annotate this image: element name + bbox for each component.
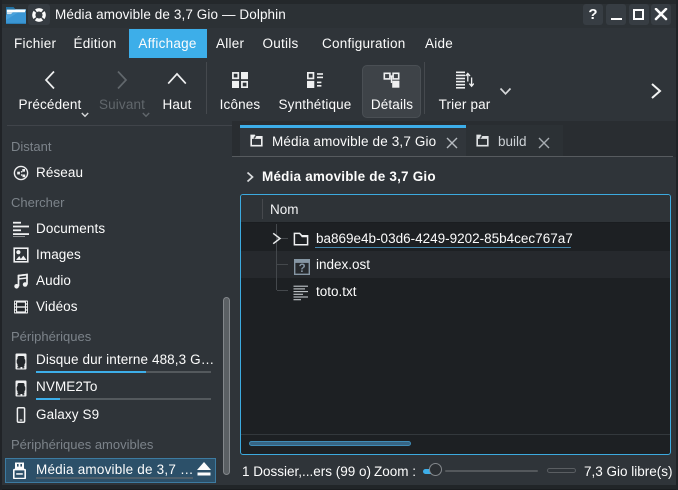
svg-text:?: ? — [298, 263, 305, 275]
